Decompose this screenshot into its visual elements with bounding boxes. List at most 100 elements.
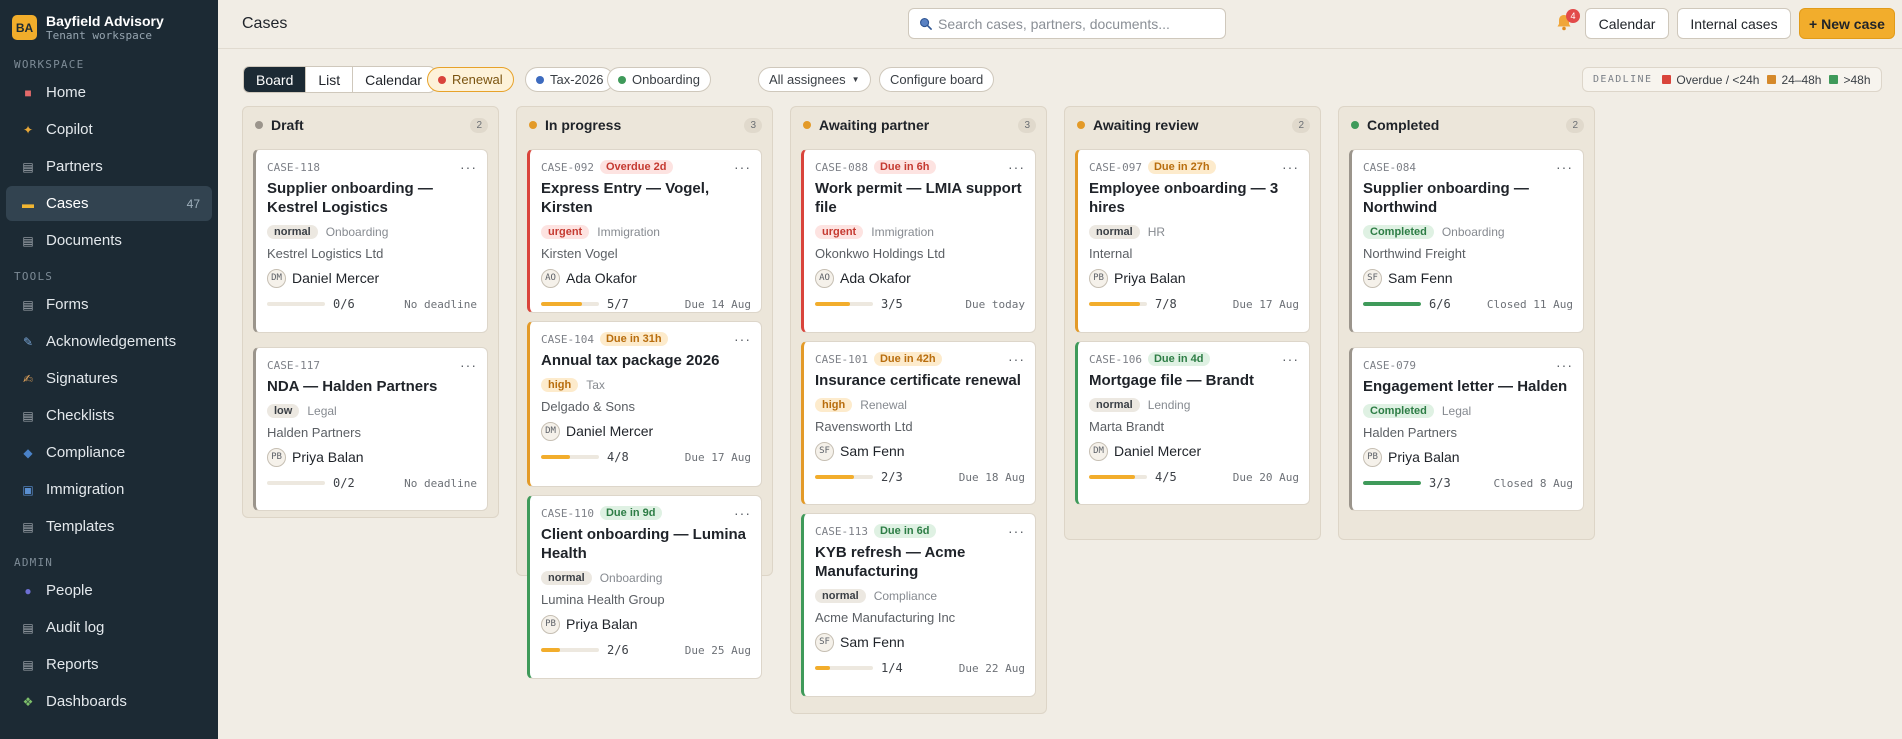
progress-row: 2/6 Due 25 Aug (541, 641, 751, 659)
case-title[interactable]: Work permit — LMIA support file (815, 179, 1025, 217)
case-title[interactable]: Supplier onboarding — Northwind (1363, 179, 1573, 217)
more-menu-icon[interactable]: ··· (460, 160, 477, 174)
more-menu-icon[interactable]: ··· (734, 160, 751, 174)
case-card[interactable]: CASE-084 ··· Supplier onboarding — Northwi… (1349, 149, 1584, 333)
sidebar-item-home[interactable]: ■ Home (6, 75, 212, 110)
sidebar-item-label: Forms (46, 296, 89, 313)
case-card[interactable]: CASE-101 Due in 42h ··· Insurance certifica… (801, 341, 1036, 505)
case-title[interactable]: Supplier onboarding — Kestrel Logistics (267, 179, 477, 217)
sidebar-item-count: 47 (186, 196, 200, 211)
case-title[interactable]: Employee onboarding — 3 hires (1089, 179, 1299, 217)
case-card[interactable]: CASE-117 ··· NDA — Halden Partners low Legal… (253, 347, 488, 511)
sidebar-item-templates[interactable]: ▤ Templates (6, 509, 212, 544)
case-card[interactable]: CASE-079 ··· Engagement letter — Halden Com… (1349, 347, 1584, 511)
new-case-button[interactable]: + New case (1799, 8, 1895, 39)
sidebar-item-people[interactable]: ● People (6, 573, 212, 608)
card-header: CASE-117 ··· (267, 356, 477, 374)
sidebar-item-partners[interactable]: ▤ Partners (6, 149, 212, 184)
configure-board-button[interactable]: Configure board (879, 67, 995, 92)
view-tab-calendar[interactable]: Calendar (353, 67, 434, 92)
case-card[interactable]: CASE-092 Overdue 2d ··· Express Entry — Vog… (527, 149, 762, 313)
progress-row: 6/6 Closed 11 Aug (1363, 295, 1573, 313)
due-badge: Due in 31h (599, 332, 668, 346)
assignee-filter[interactable]: All assignees ▼ (758, 67, 871, 92)
more-menu-icon[interactable]: ··· (1008, 352, 1025, 366)
more-menu-icon[interactable]: ··· (1282, 160, 1299, 174)
search-box[interactable] (908, 8, 1226, 39)
sidebar-item-documents[interactable]: ▤ Documents (6, 223, 212, 258)
sidebar-item-immigration[interactable]: ▣ Immigration (6, 472, 212, 507)
assignee-name: Priya Balan (566, 616, 638, 632)
case-title[interactable]: Engagement letter — Halden (1363, 377, 1573, 396)
sidebar-item-reports[interactable]: ▤ Reports (6, 647, 212, 682)
more-menu-icon[interactable]: ··· (734, 506, 751, 520)
case-card[interactable]: CASE-104 Due in 31h ··· Annual tax package … (527, 321, 762, 487)
assignee: PB Priya Balan (541, 614, 751, 634)
sidebar-item-forms[interactable]: ▤ Forms (6, 287, 212, 322)
sidebar-section-label: WORKSPACE (14, 58, 85, 71)
search-input[interactable] (938, 15, 1208, 32)
internal-cases-button[interactable]: Internal cases (1677, 8, 1791, 39)
case-category: Legal (307, 404, 337, 418)
case-title[interactable]: KYB refresh — Acme Manufacturing (815, 543, 1025, 581)
more-menu-icon[interactable]: ··· (1008, 524, 1025, 538)
client-name: Acme Manufacturing Inc (815, 610, 956, 625)
sidebar-item-compliance[interactable]: ◆ Compliance (6, 435, 212, 470)
case-title[interactable]: Express Entry — Vogel, Kirsten (541, 179, 751, 217)
case-id: CASE-104 (541, 332, 594, 346)
more-menu-icon[interactable]: ··· (1008, 160, 1025, 174)
more-menu-icon[interactable]: ··· (460, 358, 477, 372)
column-status-dot (1351, 121, 1359, 129)
case-title[interactable]: Client onboarding — Lumina Health (541, 525, 751, 563)
sidebar-item-cases[interactable]: ▬ Cases 47 (6, 186, 212, 221)
more-menu-icon[interactable]: ··· (1556, 160, 1573, 174)
brand[interactable]: BA Bayfield Advisory Tenant workspace (0, 0, 218, 46)
case-tags: Completed Legal (1363, 402, 1573, 420)
case-card[interactable]: CASE-097 Due in 27h ··· Employee onboarding… (1075, 149, 1310, 333)
sidebar-item-copilot[interactable]: ✦ Copilot (6, 112, 212, 147)
sidebar-item-audit-log[interactable]: ▤ Audit log (6, 610, 212, 645)
filter-chip-onboarding[interactable]: Onboarding (607, 67, 711, 92)
case-title[interactable]: Annual tax package 2026 (541, 351, 751, 370)
sidebar-item-signatures[interactable]: ✍ Signatures (6, 361, 212, 396)
case-card[interactable]: CASE-088 Due in 6h ··· Work permit — LMIA s… (801, 149, 1036, 333)
progress-count: 0/6 (333, 297, 355, 311)
notification-badge: 4 (1566, 9, 1580, 23)
more-menu-icon[interactable]: ··· (1282, 352, 1299, 366)
progress-bar (541, 648, 599, 652)
progress-bar (541, 455, 599, 459)
filter-chip-renewal[interactable]: Renewal (427, 67, 514, 92)
brand-name: Bayfield Advisory (46, 12, 164, 29)
sidebar-nav: WORKSPACE ■ Home ✦ Copilot ▤ Partners ▬ Cases 47 ▤… (0, 55, 218, 719)
view-tab-list[interactable]: List (306, 67, 354, 92)
case-card[interactable]: CASE-118 ··· Supplier onboarding — Kestrel… (253, 149, 488, 333)
progress-row: 4/5 Due 20 Aug (1089, 468, 1299, 486)
sidebar-item-checklists[interactable]: ▤ Checklists (6, 398, 212, 433)
calendar-button[interactable]: Calendar (1585, 8, 1669, 39)
due-badge: Due in 6h (873, 160, 936, 174)
case-card[interactable]: CASE-106 Due in 4d ··· Mortgage file — Bran… (1075, 341, 1310, 505)
sidebar-item-label: Reports (46, 656, 99, 673)
deadline-text: Closed 11 Aug (1486, 297, 1573, 311)
view-tab-board[interactable]: Board (244, 67, 307, 92)
card-header: CASE-118 ··· (267, 158, 477, 176)
priority-badge: normal (815, 589, 866, 603)
filter-chip-tax-2026[interactable]: Tax-2026 (525, 67, 615, 92)
notifications-button[interactable]: 4 (1555, 9, 1580, 35)
sidebar-item-acknowledgements[interactable]: ✎ Acknowledgements (6, 324, 212, 359)
assignee-name: Daniel Mercer (1114, 443, 1202, 459)
case-title[interactable]: NDA — Halden Partners (267, 377, 477, 396)
case-title[interactable]: Insurance certificate renewal (815, 371, 1025, 390)
progress-bar-fill (815, 302, 850, 306)
more-menu-icon[interactable]: ··· (1556, 358, 1573, 372)
card-header: CASE-092 Overdue 2d ··· (541, 158, 751, 176)
case-category: Renewal (860, 398, 907, 412)
progress-count: 1/4 (881, 661, 903, 675)
sidebar-item-dashboards[interactable]: ❖ Dashboards (6, 684, 212, 719)
case-card[interactable]: CASE-110 Due in 9d ··· Client onboarding — … (527, 495, 762, 679)
case-title[interactable]: Mortgage file — Brandt (1089, 371, 1299, 390)
assignee-name: Priya Balan (1114, 270, 1186, 286)
case-card[interactable]: CASE-113 Due in 6d ··· KYB refresh — Acme M… (801, 513, 1036, 697)
sidebar-nav-list: ▤ Forms ✎ Acknowledgements ✍ Signatures ▤ Check… (0, 287, 218, 544)
more-menu-icon[interactable]: ··· (734, 332, 751, 346)
